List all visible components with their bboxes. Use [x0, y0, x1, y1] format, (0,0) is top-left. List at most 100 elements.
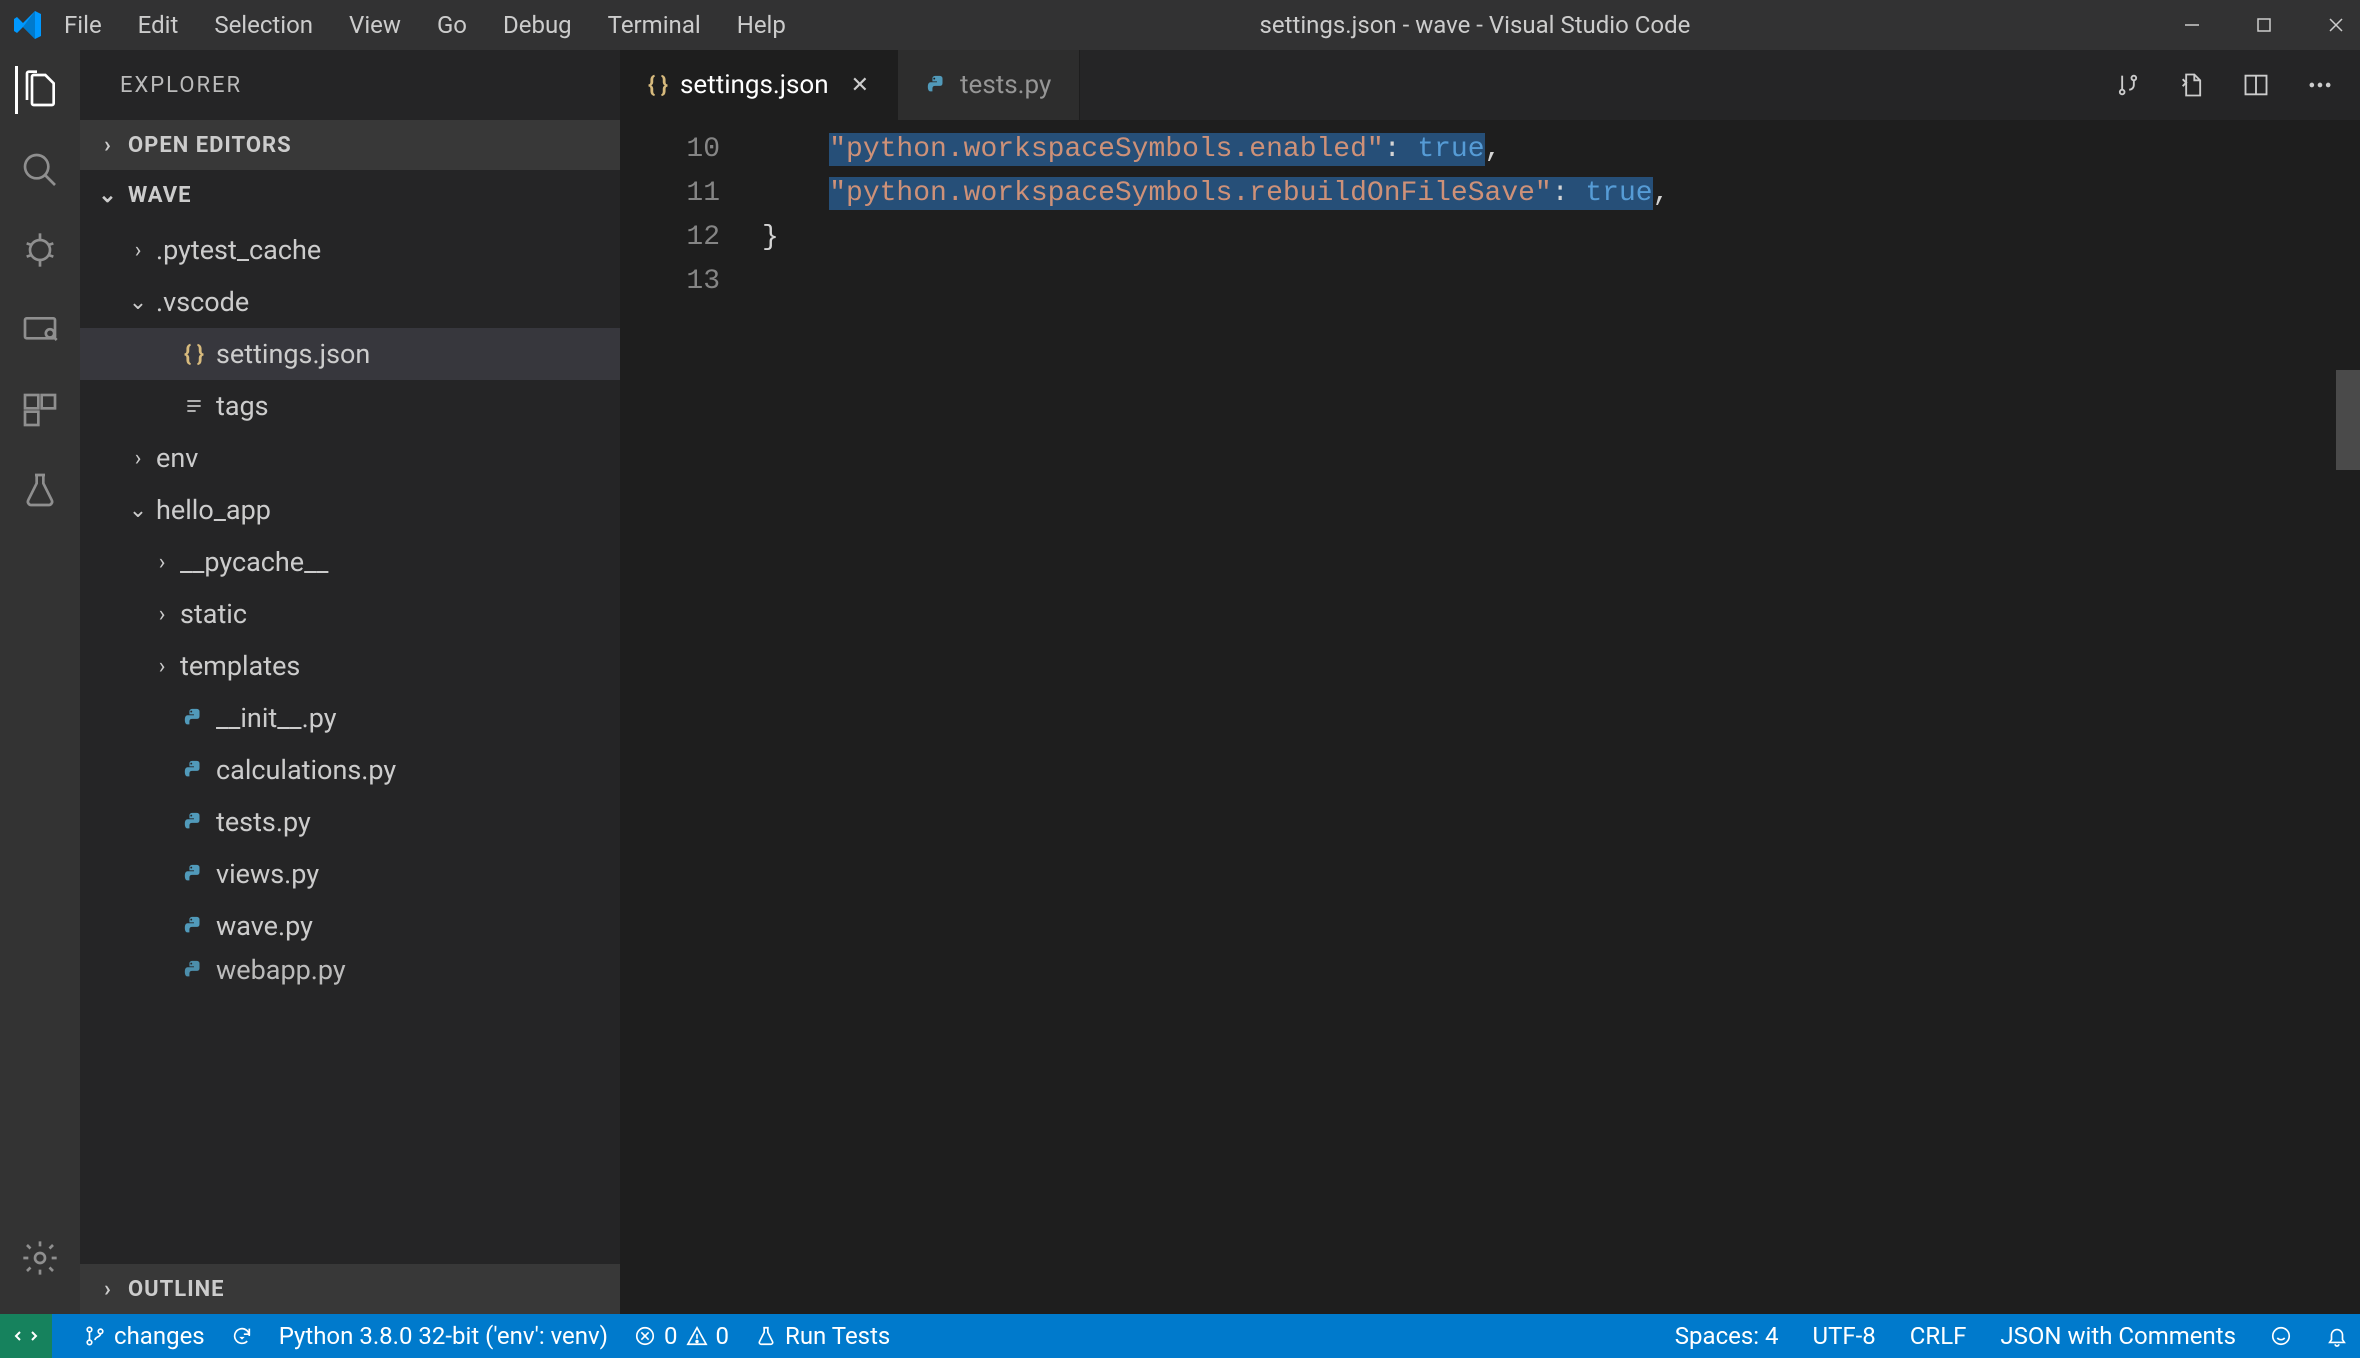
- menu-file[interactable]: File: [64, 11, 102, 39]
- tree-item--vscode[interactable]: ⌄ .vscode: [80, 276, 620, 328]
- editor-content[interactable]: 10111213 "python.workspaceSymbols.enable…: [620, 120, 2360, 1314]
- tree-item---pycache--[interactable]: ›__pycache__: [80, 536, 620, 588]
- line-number-gutter: 10111213: [620, 120, 750, 1314]
- maximize-button[interactable]: [2252, 13, 2276, 37]
- scrollbar-thumb[interactable]: [2336, 370, 2360, 470]
- open-changes-icon[interactable]: [2176, 69, 2208, 101]
- status-eol[interactable]: CRLF: [1910, 1322, 1967, 1350]
- status-encoding[interactable]: UTF-8: [1813, 1322, 1876, 1350]
- tab-bar: { } settings.json ✕ tests.py: [620, 50, 2360, 120]
- tree-item-hello-app[interactable]: ⌄ hello_app: [80, 484, 620, 536]
- status-feedback-icon[interactable]: [2270, 1325, 2292, 1347]
- menu-debug[interactable]: Debug: [503, 11, 572, 39]
- section-open-editors[interactable]: › OPEN EDITORS: [80, 120, 620, 170]
- chevron-right-icon: ›: [98, 1277, 118, 1302]
- tree-item-label: hello_app: [156, 494, 271, 526]
- warning-count: 0: [716, 1322, 730, 1350]
- tree-item-label: calculations.py: [216, 754, 396, 786]
- indent-label: Spaces: 4: [1675, 1322, 1779, 1350]
- menu-bar: File Edit Selection View Go Debug Termin…: [64, 11, 786, 39]
- chevron-down-icon: ⌄: [128, 290, 148, 315]
- status-python[interactable]: Python 3.8.0 32-bit ('env': venv): [279, 1322, 608, 1350]
- section-workspace[interactable]: ⌄ WAVE: [80, 170, 620, 220]
- tab-label: tests.py: [960, 70, 1051, 100]
- tab-settings-json[interactable]: { } settings.json ✕: [620, 50, 898, 120]
- tree-item-settings-json[interactable]: { }settings.json: [80, 328, 620, 380]
- encoding-label: UTF-8: [1813, 1322, 1876, 1350]
- menu-go[interactable]: Go: [437, 11, 467, 39]
- tree-item-tests-py[interactable]: tests.py: [80, 796, 620, 848]
- python-file-icon: [180, 863, 208, 885]
- status-run-tests[interactable]: Run Tests: [755, 1322, 890, 1350]
- activity-test-icon[interactable]: [16, 466, 64, 514]
- tree-item-templates[interactable]: › templates: [80, 640, 620, 692]
- activity-bar: [0, 50, 80, 1314]
- activity-remote-icon[interactable]: [16, 306, 64, 354]
- remote-indicator[interactable]: [0, 1314, 52, 1358]
- compare-changes-icon[interactable]: [2112, 69, 2144, 101]
- close-tab-icon[interactable]: ✕: [851, 73, 869, 98]
- workspace-label: WAVE: [128, 183, 191, 208]
- status-problems[interactable]: 0 0: [634, 1322, 729, 1350]
- tree-item-label: env: [156, 442, 198, 474]
- menu-selection[interactable]: Selection: [214, 11, 313, 39]
- tab-tests-py[interactable]: tests.py: [898, 50, 1080, 120]
- code-content[interactable]: "python.workspaceSymbols.enabled": true,…: [750, 120, 2360, 1314]
- chevron-right-icon: ›: [152, 654, 172, 679]
- more-actions-icon[interactable]: [2304, 69, 2336, 101]
- activity-debug-icon[interactable]: [16, 226, 64, 274]
- split-editor-icon[interactable]: [2240, 69, 2272, 101]
- editor-actions: [2088, 50, 2360, 120]
- tree-item-label: tags: [216, 390, 269, 422]
- tree-item-webapp-py[interactable]: webapp.py: [80, 952, 620, 988]
- tree-item-views-py[interactable]: views.py: [80, 848, 620, 900]
- tree-item-label: webapp.py: [216, 954, 346, 986]
- chevron-right-icon: ›: [128, 238, 148, 263]
- python-file-icon: [180, 959, 208, 981]
- chevron-right-icon: ›: [98, 133, 118, 158]
- python-file-icon: [180, 759, 208, 781]
- tree-item--pytest-cache[interactable]: › .pytest_cache: [80, 224, 620, 276]
- file-icon: [180, 396, 208, 416]
- tree-item-wave-py[interactable]: wave.py: [80, 900, 620, 952]
- chevron-down-icon: ⌄: [128, 498, 148, 523]
- activity-search-icon[interactable]: [16, 146, 64, 194]
- python-file-icon: [180, 707, 208, 729]
- title-bar: File Edit Selection View Go Debug Termin…: [0, 0, 2360, 50]
- tree-item-label: templates: [180, 650, 300, 682]
- sidebar-explorer: EXPLORER › OPEN EDITORS ⌄ WAVE ›.pytest_…: [80, 50, 620, 1314]
- tree-item-label: __init__.py: [216, 702, 337, 734]
- activity-extensions-icon[interactable]: [16, 386, 64, 434]
- language-label: JSON with Comments: [2000, 1322, 2236, 1350]
- tree-item-label: .pytest_cache: [156, 234, 321, 266]
- status-indent[interactable]: Spaces: 4: [1675, 1322, 1779, 1350]
- json-file-icon: { }: [648, 73, 668, 98]
- menu-terminal[interactable]: Terminal: [608, 11, 701, 39]
- menu-help[interactable]: Help: [737, 11, 786, 39]
- tree-item-label: .vscode: [156, 286, 249, 318]
- status-notifications-icon[interactable]: [2326, 1325, 2348, 1347]
- tree-item---init---py[interactable]: __init__.py: [80, 692, 620, 744]
- status-language[interactable]: JSON with Comments: [2000, 1322, 2236, 1350]
- tree-item-static[interactable]: ›static: [80, 588, 620, 640]
- vscode-logo-icon: [12, 9, 44, 41]
- section-outline[interactable]: › OUTLINE: [80, 1264, 620, 1314]
- window-title: settings.json - wave - Visual Studio Cod…: [786, 11, 2164, 39]
- open-editors-label: OPEN EDITORS: [128, 133, 292, 158]
- close-button[interactable]: [2324, 13, 2348, 37]
- minimize-button[interactable]: [2180, 13, 2204, 37]
- tree-item-label: static: [180, 598, 247, 630]
- tree-item-label: tests.py: [216, 806, 311, 838]
- main-area: EXPLORER › OPEN EDITORS ⌄ WAVE ›.pytest_…: [0, 50, 2360, 1314]
- tree-item-calculations-py[interactable]: calculations.py: [80, 744, 620, 796]
- menu-view[interactable]: View: [349, 11, 401, 39]
- status-branch[interactable]: changes: [84, 1322, 205, 1350]
- menu-edit[interactable]: Edit: [138, 11, 179, 39]
- activity-explorer-icon[interactable]: [15, 66, 63, 114]
- outline-label: OUTLINE: [128, 1277, 225, 1302]
- activity-settings-icon[interactable]: [16, 1234, 64, 1282]
- status-sync[interactable]: [231, 1325, 253, 1347]
- window-controls: [2180, 13, 2348, 37]
- tree-item-tags[interactable]: tags: [80, 380, 620, 432]
- tree-item-env[interactable]: ›env: [80, 432, 620, 484]
